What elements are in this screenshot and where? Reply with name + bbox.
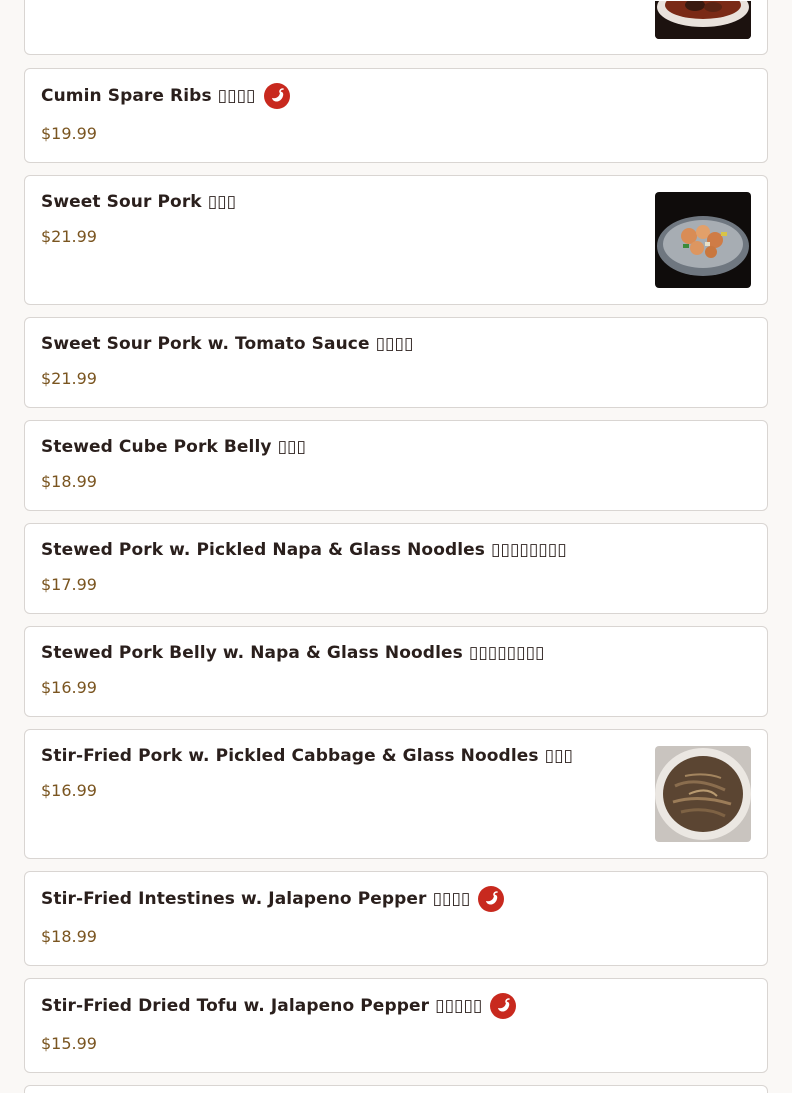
item-price: $19.99 — [41, 124, 97, 143]
item-name: Stewed Pork Belly w. Napa & Glass Noodle… — [41, 643, 545, 663]
menu-item-list: Cumin Spare Ribs ▯▯▯▯ $19.99 Sweet Sour … — [0, 0, 792, 1093]
item-name: Stewed Cube Pork Belly ▯▯▯ — [41, 437, 306, 457]
item-price: $17.99 — [41, 575, 97, 594]
item-price: $15.99 — [41, 1034, 97, 1053]
dish-photo[interactable] — [655, 1, 751, 39]
item-price: $16.99 — [41, 678, 97, 697]
item-price: $18.99 — [41, 927, 97, 946]
menu-item-card[interactable]: Sweet Sour Pork ▯▯▯ $21.99 — [24, 175, 768, 305]
item-name: Cumin Spare Ribs ▯▯▯▯ — [41, 86, 256, 106]
item-name: Sweet Sour Pork ▯▯▯ — [41, 192, 237, 212]
menu-item-card[interactable]: Stir-Fried Intestines w. Jalapeno Pepper… — [24, 871, 768, 966]
spicy-chili-icon — [263, 83, 290, 109]
menu-item-card[interactable] — [24, 0, 768, 55]
menu-item-card[interactable] — [24, 1085, 768, 1093]
menu-item-card[interactable]: Stir-Fried Dried Tofu w. Jalapeno Pepper… — [24, 978, 768, 1073]
item-price: $16.99 — [41, 781, 97, 800]
menu-item-card[interactable]: Stewed Cube Pork Belly ▯▯▯ $18.99 — [24, 420, 768, 511]
item-name: Sweet Sour Pork w. Tomato Sauce ▯▯▯▯ — [41, 334, 414, 354]
item-price: $21.99 — [41, 369, 97, 388]
item-price: $21.99 — [41, 227, 97, 246]
item-price: $18.99 — [41, 472, 97, 491]
menu-item-card[interactable]: Sweet Sour Pork w. Tomato Sauce ▯▯▯▯ $21… — [24, 317, 768, 408]
menu-item-card[interactable]: Stir-Fried Pork w. Pickled Cabbage & Gla… — [24, 729, 768, 859]
item-name: Stewed Pork w. Pickled Napa & Glass Nood… — [41, 540, 567, 560]
item-name: Stir-Fried Pork w. Pickled Cabbage & Gla… — [41, 746, 573, 766]
menu-item-card[interactable]: Stewed Pork Belly w. Napa & Glass Noodle… — [24, 626, 768, 717]
item-name: Stir-Fried Intestines w. Jalapeno Pepper… — [41, 889, 471, 909]
menu-item-card[interactable]: Stewed Pork w. Pickled Napa & Glass Nood… — [24, 523, 768, 614]
spicy-chili-icon — [490, 993, 517, 1019]
spicy-chili-icon — [478, 886, 505, 912]
dish-photo[interactable] — [655, 746, 751, 842]
dish-photo[interactable] — [655, 192, 751, 288]
menu-item-card[interactable]: Cumin Spare Ribs ▯▯▯▯ $19.99 — [24, 68, 768, 163]
item-name: Stir-Fried Dried Tofu w. Jalapeno Pepper… — [41, 996, 483, 1016]
